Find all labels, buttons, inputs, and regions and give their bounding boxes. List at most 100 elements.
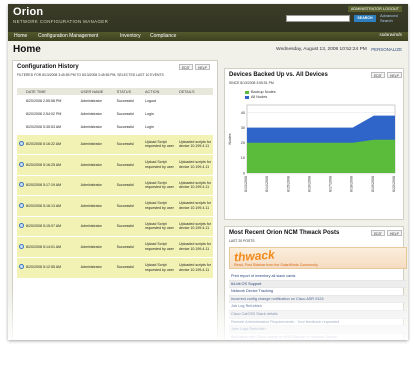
legend-label-backup-nodes: Backup Nodes [251,90,276,94]
edit-button[interactable]: EDIT [371,72,385,78]
thwack-logo: thwack [233,247,276,265]
cell-action: Upload Script requested by user [143,154,177,175]
user-icon [19,202,24,208]
table-row[interactable]: 8/20/2008 5:35:53 AM Administrator Success… [17,121,213,134]
app-header: Orion NETWORK CONFIGURATION MANAGER ADMI… [8,4,408,41]
icon-cell [17,215,24,237]
icon-cell [17,174,24,196]
table-row[interactable]: 8/20/2008 2:55:58 PM Administrator Success… [17,95,213,108]
search-button[interactable]: SEARCH [354,15,376,22]
help-button[interactable]: HELP [387,230,402,236]
cell-user: Administrator [78,174,115,196]
cell-status: Successful [116,125,135,130]
cell-details: Uploaded scripts for device 10.199.4.11 [177,195,213,216]
table-row[interactable]: 8/20/2008 2:54:02 PM Administrator Success… [17,108,213,121]
cell-user: Administrator [80,99,102,104]
cell-date: 8/20/2008 5:16:13 AM [24,195,79,216]
thwack-post-link[interactable]: Cisco CatOS5 Stack details [229,311,407,319]
column-header-status[interactable]: STATUS [114,88,143,95]
thwack-post-link[interactable]: Remote Administration Requirements - You… [229,319,407,327]
edit-button[interactable]: EDIT [179,64,193,70]
column-header-action[interactable]: ACTION [143,88,177,95]
cell-user: Administrator [78,195,115,216]
devices-backed-up-title: Devices Backed Up vs. All Devices [229,72,328,78]
x-tick-label: 8/18/2008 [350,176,354,192]
cell-details [177,95,213,108]
thwack-post-link[interactable]: Incorrect config change notification on … [229,295,407,304]
icon-cell [17,133,24,155]
thwack-post-link[interactable]: Print report of inventory all slack card… [229,273,407,281]
cell-action: Login [145,125,154,130]
help-button[interactable]: HELP [195,64,210,70]
x-tick-label: 8/16/2008 [307,176,311,192]
thwack-post-link[interactable]: Bad issue with Cisco config on NAS Backu… [229,334,407,340]
page-title: Home [13,44,41,55]
user-icon [19,223,24,229]
personalize-link[interactable]: PERSONALIZE [371,47,402,52]
nav-compliance[interactable]: Compliance [150,33,176,39]
user-icon [19,161,24,167]
x-tick-label: 8/15/2008 [286,176,290,192]
cell-details: Uploaded scripts for device 10.199.4.11 [177,133,213,155]
cell-status: Successful [114,256,143,278]
cell-date: 8/20/2008 2:54:02 PM [26,112,62,117]
configuration-history-title: Configuration History [17,64,79,70]
user-icon [19,141,24,147]
cell-user: Administrator [78,236,115,257]
help-button[interactable]: HELP [387,72,402,78]
search-input[interactable] [286,15,350,22]
icon-cell [17,154,24,175]
table-row[interactable]: 8/20/2008 5:17:19 AM Administrator Success… [17,174,213,196]
cell-date: 8/20/2008 5:17:19 AM [24,174,79,196]
thwack-tagline: Read, Post Sidebar from the SolarWinds C… [234,263,318,267]
devices-backed-up-subtitle: SINCE 8/13/2008 3:55:51 PM [229,81,274,85]
table-row[interactable]: 8/20/2008 5:16:22 AM Administrator Success… [17,133,213,155]
page-datetime: Wednesday, August 13, 2008 10:52:24 PM [276,47,367,52]
table-row[interactable]: 8/20/2008 5:16:13 AM Administrator Success… [17,195,213,216]
advanced-search-link[interactable]: Advanced Search [380,13,406,23]
column-header-user[interactable]: USER NAME [78,88,115,95]
user-icon [19,264,24,270]
admin-logout-link[interactable]: ADMINISTRATOR LOGOUT [347,6,402,12]
thwack-post-link[interactable]: 64-bit OS Support [229,280,407,289]
legend-swatch-backup-nodes [245,91,249,94]
devices-backed-up-panel: Devices Backed Up vs. All Devices EDIT H… [224,68,404,220]
nav-inventory[interactable]: Inventory [120,33,141,39]
x-tick-label: 8/19/2008 [371,176,375,192]
nav-home[interactable]: Home [14,33,27,39]
cell-action: Upload Script requested by user [143,256,177,278]
thwack-banner[interactable]: thwack Read, Post Sidebar from the Solar… [229,247,407,269]
table-row[interactable]: 8/20/2008 5:15:07 AM Administrator Success… [17,215,213,237]
thwack-posts-subtitle: LAST 20 POSTS [229,239,255,243]
thwack-post-link[interactable]: Job Log Refurbish [229,303,407,311]
icon-column-header [17,88,24,95]
app-subtitle: NETWORK CONFIGURATION MANAGER [13,19,109,24]
app-title: Orion [13,6,44,18]
cell-details [177,121,213,134]
y-tick-label: 30 [241,126,245,130]
icon-cell [17,236,24,257]
area-series-backup-nodes [247,139,395,173]
table-row[interactable]: 8/20/2008 5:12:55 AM Administrator Success… [17,256,213,278]
cell-action: Logout [145,99,156,104]
cell-action: Upload Script requested by user [143,174,177,196]
icon-cell [17,95,24,108]
nav-configuration-management[interactable]: Configuration Management [38,33,98,39]
thwack-posts-title: Most Recent Orion NCM Thwack Posts [229,230,340,236]
x-tick-label: 8/17/2008 [329,176,333,192]
x-tick-label: 8/13/2008 [244,176,248,192]
table-row[interactable]: 8/20/2008 5:14:01 AM Administrator Success… [17,236,213,257]
cell-details [177,108,213,121]
edit-button[interactable]: EDIT [371,230,385,236]
cell-user: Administrator [78,256,115,278]
thwack-post-link[interactable]: Jobs Logs Refurbish [229,326,407,334]
column-header-details[interactable]: DETAILS [177,88,213,95]
thwack-post-link[interactable]: Network Device Tracking [229,288,407,296]
table-header-row: DATE TIME USER NAME STATUS ACTION DETAIL… [17,88,213,95]
solarwinds-logo: solarwinds [379,33,402,38]
column-header-date[interactable]: DATE TIME [24,88,79,95]
app-window: Orion NETWORK CONFIGURATION MANAGER ADMI… [8,4,408,340]
table-row[interactable]: 8/20/2008 5:16:25 AM Administrator Success… [17,154,213,175]
cell-action: Login [145,112,154,117]
y-axis-label: Nodes [228,133,232,144]
